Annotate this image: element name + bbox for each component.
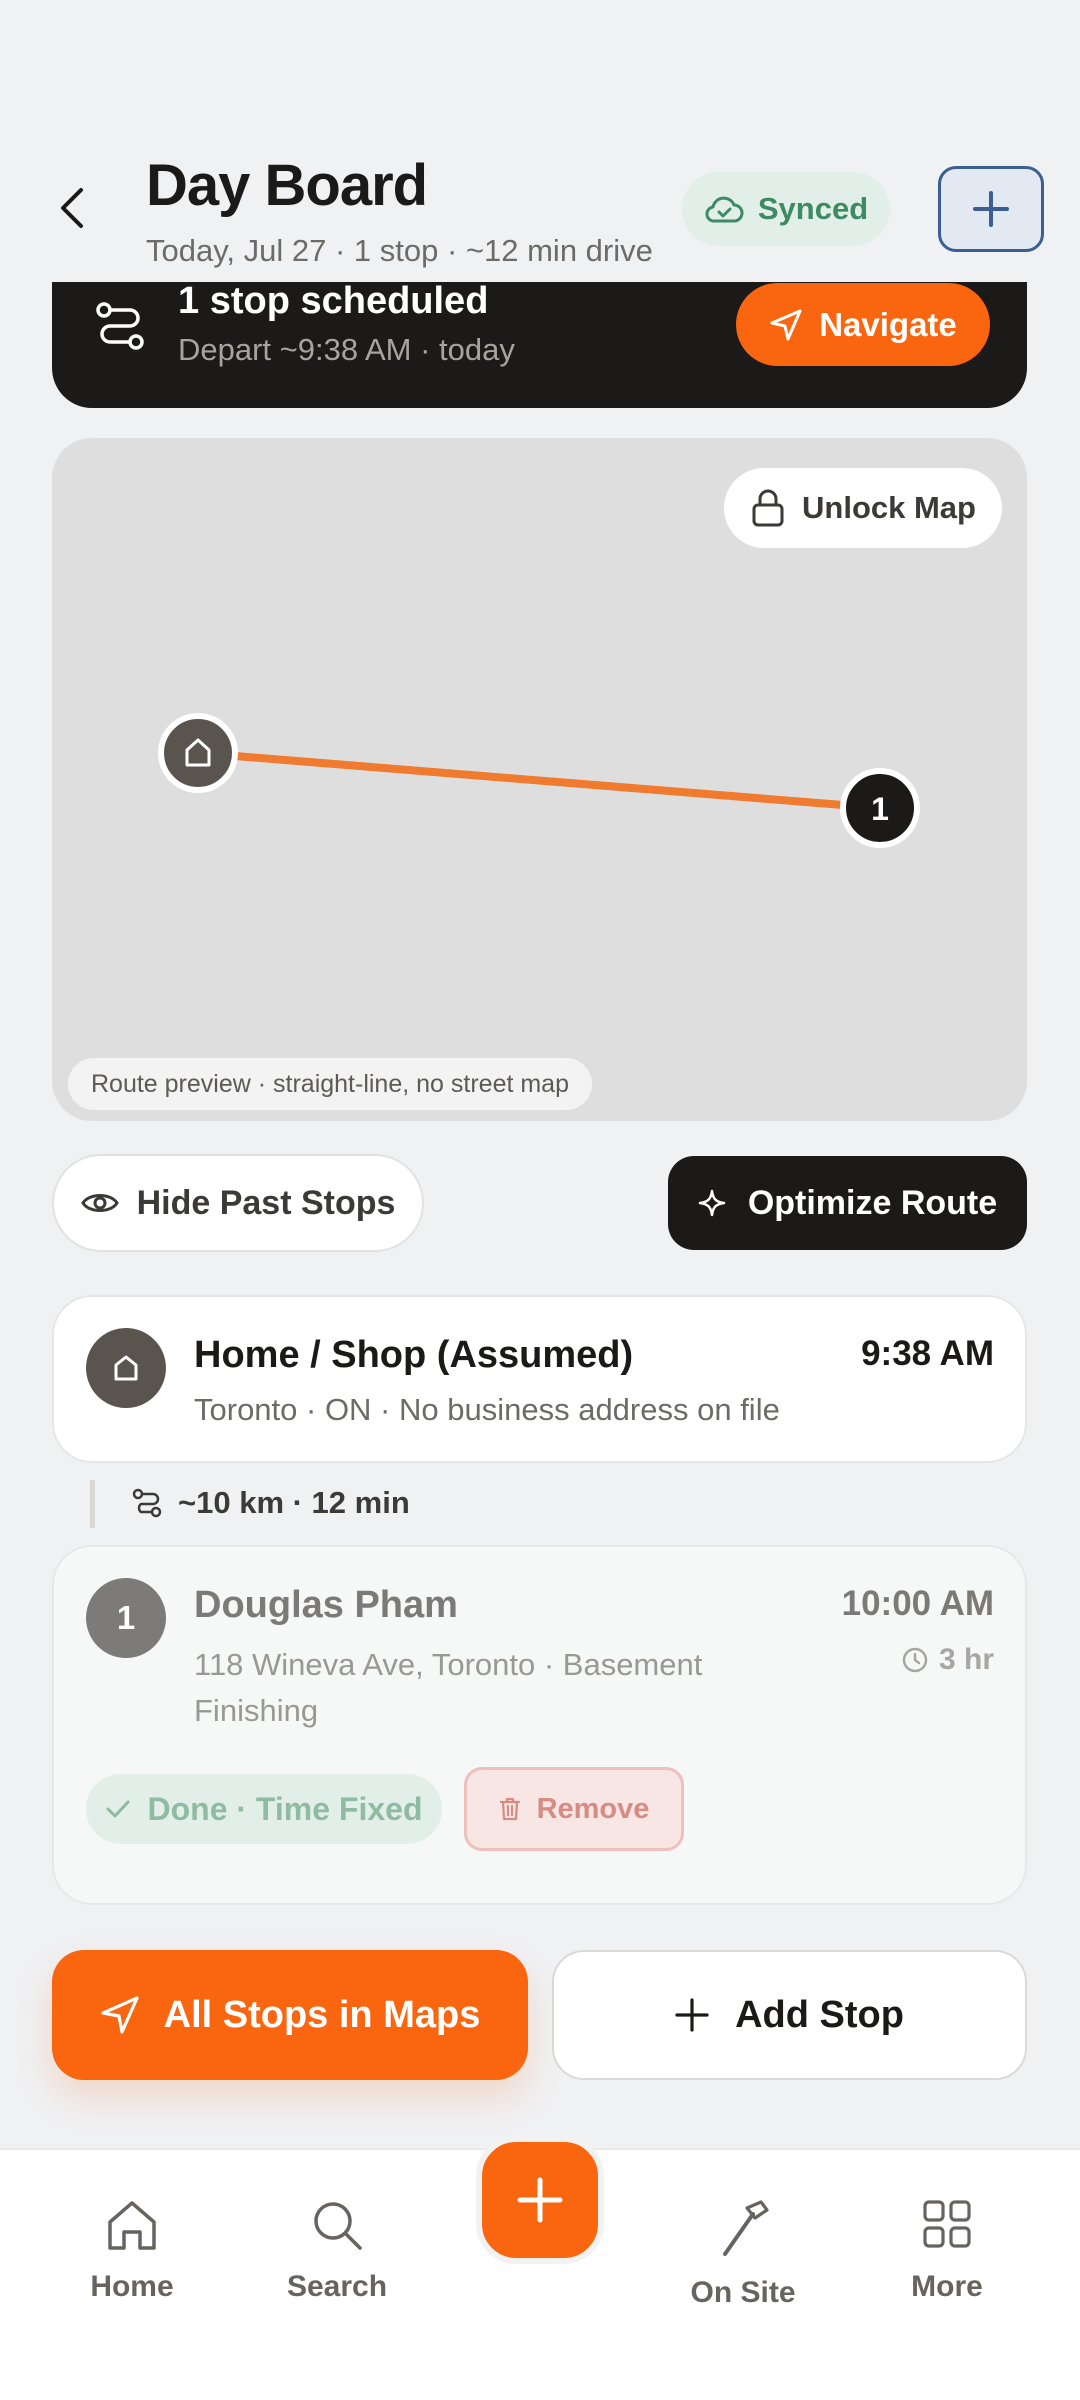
stop-address: 118 Wineva Ave, Toronto · Basement Finis… (194, 1647, 703, 1728)
stop-name: Douglas Pham (194, 1584, 458, 1626)
plus-icon (973, 191, 1009, 227)
add-button[interactable] (938, 166, 1044, 252)
navigate-button[interactable]: Navigate (736, 283, 990, 366)
back-button[interactable] (48, 180, 96, 236)
navigation-arrow-icon (101, 1996, 139, 2034)
clock-icon (902, 1647, 928, 1673)
stop-status-label: Done · Time Fixed (147, 1790, 423, 1827)
cloud-check-icon (705, 196, 744, 223)
home-address: Toronto · ON · No business address on fi… (194, 1392, 780, 1427)
grid-icon (923, 2200, 971, 2248)
eye-icon (80, 1194, 119, 1212)
search-icon (314, 2202, 362, 2250)
optimize-route-label: Optimize Route (747, 1183, 998, 1222)
leg-distance: ~10 km · 12 min (178, 1485, 410, 1520)
route-icon (132, 1488, 162, 1518)
map-caption: Route preview · straight-line, no street… (68, 1058, 592, 1110)
tab-on-site-label: On Site (690, 2276, 796, 2309)
leg-connector (90, 1480, 95, 1528)
check-icon (106, 1800, 130, 1818)
tab-more[interactable]: More (872, 2198, 1022, 2304)
remove-stop-button[interactable]: Remove (464, 1767, 684, 1851)
route-line (194, 749, 884, 812)
unlock-map-label: Unlock Map (802, 490, 976, 525)
home-card[interactable] (52, 1295, 1027, 1463)
navigation-arrow-icon (770, 309, 802, 340)
all-stops-in-maps-label: All Stops in Maps (163, 1993, 481, 2036)
sync-status-badge: Synced (682, 172, 890, 246)
stop-marker-label: 1 (871, 791, 889, 827)
lock-icon (752, 489, 784, 527)
hide-past-stops-button[interactable]: Hide Past Stops (52, 1154, 424, 1252)
plus-icon (517, 2177, 563, 2223)
add-stop-button[interactable]: Add Stop (552, 1950, 1027, 2080)
chevron-left-icon (61, 188, 83, 228)
add-stop-label: Add Stop (735, 1993, 904, 2036)
stop-number-avatar: 1 (86, 1578, 166, 1658)
banner-title: 1 stop scheduled (178, 280, 489, 322)
trash-icon (499, 1797, 520, 1821)
home-title: Home / Shop (Assumed) (194, 1334, 634, 1376)
unlock-map-button[interactable]: Unlock Map (724, 468, 1002, 548)
sparkle-icon (698, 1189, 726, 1217)
hide-past-stops-label: Hide Past Stops (136, 1183, 396, 1222)
home-icon (114, 1355, 138, 1381)
tab-home-label: Home (90, 2270, 174, 2303)
route-icon (96, 302, 144, 350)
hammer-icon (723, 2200, 769, 2256)
navigate-label: Navigate (819, 305, 957, 343)
banner-subtitle: Depart ~9:38 AM · today (178, 332, 515, 367)
sync-status-label: Synced (757, 191, 869, 226)
quick-add-fab[interactable] (476, 2136, 604, 2264)
stop-time: 10:00 AM (841, 1584, 994, 1623)
tab-search-label: Search (286, 2270, 388, 2303)
stop-duration-label: 3 hr (938, 1643, 994, 1676)
home-time: 9:38 AM (861, 1334, 994, 1373)
tab-on-site[interactable]: On Site (668, 2198, 818, 2310)
stop-status-badge[interactable]: Done · Time Fixed (86, 1774, 442, 1844)
stop-duration: 3 hr (860, 1643, 994, 1677)
page-title: Day Board (146, 153, 428, 218)
home-icon (108, 2201, 156, 2250)
home-marker (158, 713, 238, 793)
plus-icon (675, 1998, 709, 2032)
tab-home[interactable]: Home (57, 2198, 207, 2304)
tab-search[interactable]: Search (262, 2198, 412, 2304)
stop-marker: 1 (840, 768, 920, 848)
optimize-route-button[interactable]: Optimize Route (668, 1156, 1027, 1250)
tab-more-label: More (911, 2270, 983, 2303)
home-avatar (86, 1328, 166, 1408)
all-stops-in-maps-button[interactable]: All Stops in Maps (52, 1950, 528, 2080)
remove-stop-label: Remove (536, 1792, 650, 1825)
page-subtitle: Today, Jul 27 · 1 stop · ~12 min drive (146, 233, 653, 268)
